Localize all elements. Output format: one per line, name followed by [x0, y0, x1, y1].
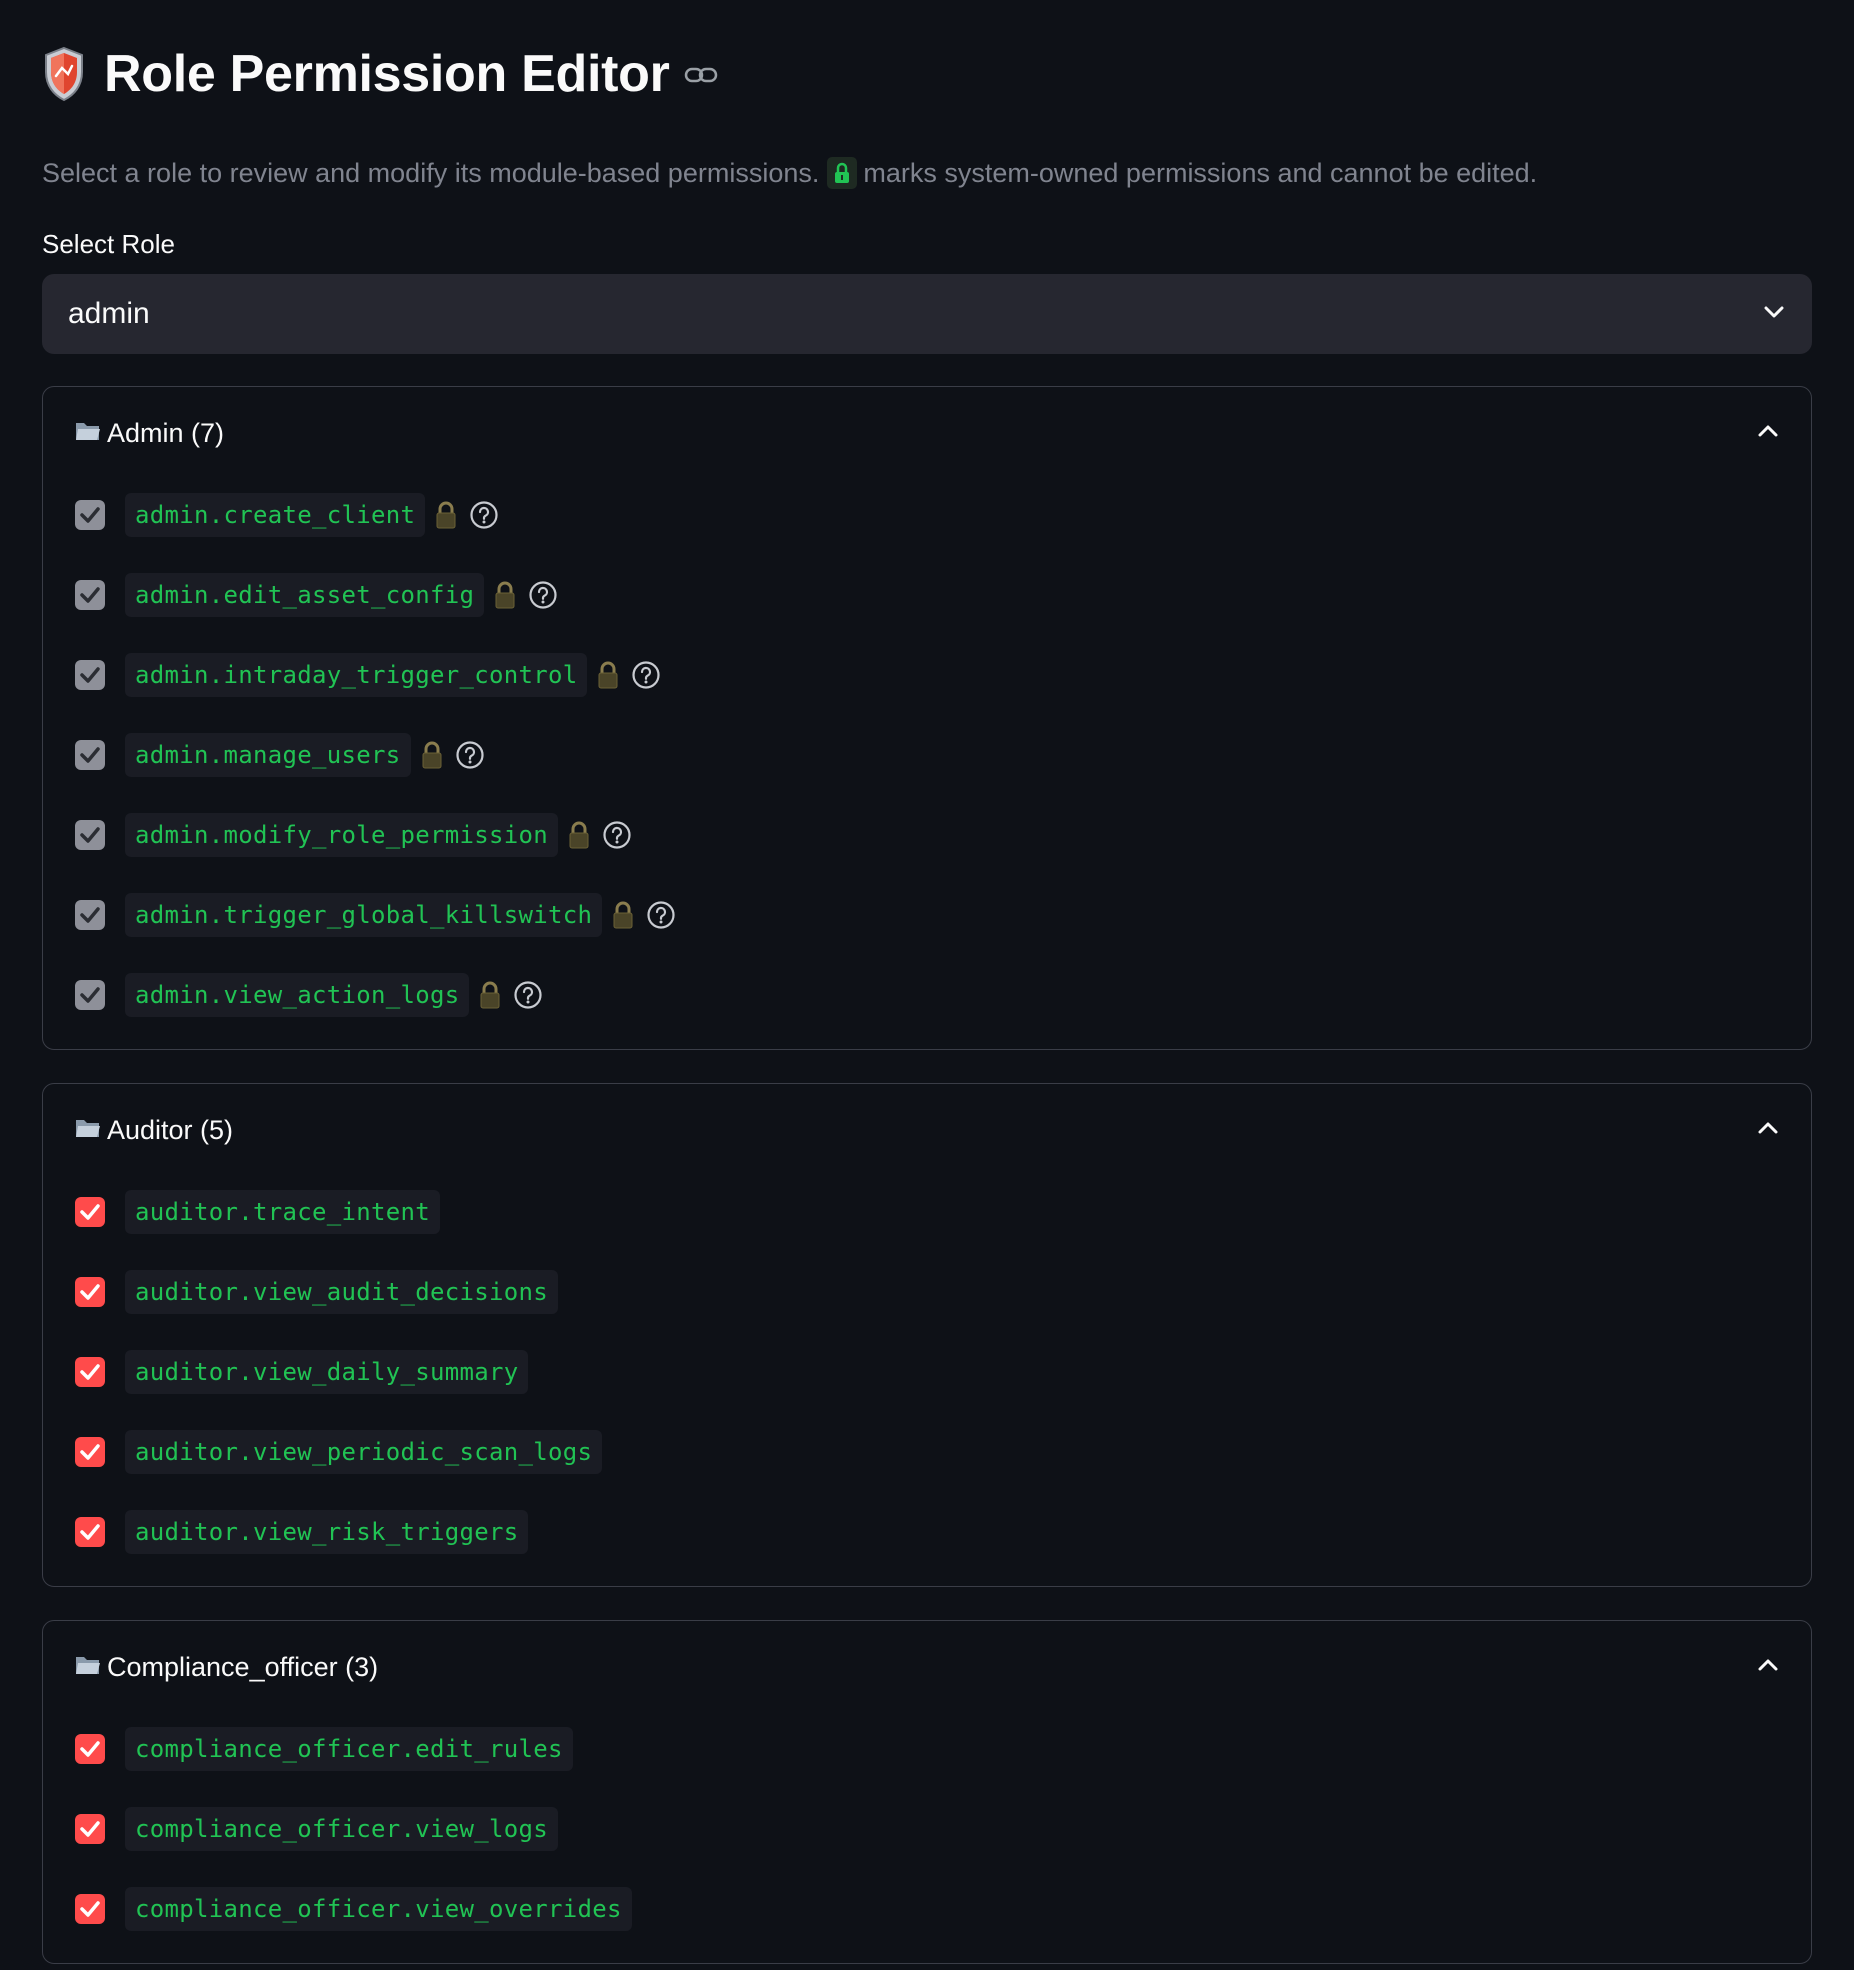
- permission-checkbox: [75, 900, 105, 930]
- permission-groups: Admin (7) admin.create_client admin.edit_a…: [42, 386, 1812, 1964]
- permission-group: Auditor (5) auditor.trace_intent auditor.v…: [42, 1083, 1812, 1587]
- permission-checkbox: [75, 580, 105, 610]
- group-title: Compliance_officer (3): [107, 1651, 379, 1682]
- permission-checkbox[interactable]: [75, 1517, 105, 1547]
- permission-checkbox: [75, 660, 105, 690]
- permission-name: auditor.view_periodic_scan_logs: [125, 1430, 603, 1474]
- permission-checkbox[interactable]: [75, 1894, 105, 1924]
- permission-row: admin.edit_asset_config: [75, 555, 1779, 635]
- permission-row: admin.modify_role_permission: [75, 795, 1779, 875]
- group-header[interactable]: Admin (7): [75, 387, 1779, 479]
- lock-icon: [827, 157, 858, 189]
- help-icon[interactable]: [602, 820, 632, 850]
- permission-checkbox: [75, 820, 105, 850]
- permission-name: admin.intraday_trigger_control: [125, 653, 588, 697]
- permission-list: admin.create_client admin.edit_asset_conf…: [75, 475, 1779, 1049]
- group-title: Admin (7): [107, 417, 225, 448]
- permission-list: auditor.trace_intent auditor.view_audit_d…: [75, 1172, 1779, 1586]
- lock-icon: [597, 661, 619, 689]
- permission-row: auditor.view_risk_triggers: [75, 1492, 1779, 1572]
- permission-name: admin.view_action_logs: [125, 973, 470, 1017]
- permission-row: auditor.view_audit_decisions: [75, 1252, 1779, 1332]
- main-container: Role Permission Editor Select a role to …: [0, 0, 1854, 1964]
- permission-checkbox[interactable]: [75, 1814, 105, 1844]
- lock-icon: [479, 981, 501, 1009]
- permission-name: compliance_officer.edit_rules: [125, 1727, 573, 1771]
- permission-name: compliance_officer.view_overrides: [125, 1887, 632, 1931]
- group-header[interactable]: Compliance_officer (3): [75, 1621, 1779, 1713]
- lock-icon: [435, 501, 457, 529]
- role-select-label: Select Role: [42, 228, 175, 259]
- chevron-up-icon[interactable]: [1757, 424, 1779, 443]
- permission-name: admin.create_client: [125, 493, 426, 537]
- permission-name: auditor.view_risk_triggers: [125, 1510, 529, 1554]
- help-icon[interactable]: [631, 660, 661, 690]
- permission-name: auditor.trace_intent: [125, 1190, 440, 1234]
- permission-checkbox: [75, 980, 105, 1010]
- permission-row: admin.create_client: [75, 475, 1779, 555]
- link-icon[interactable]: [684, 65, 718, 90]
- permission-row: auditor.view_periodic_scan_logs: [75, 1412, 1779, 1492]
- role-select-value: admin: [68, 297, 150, 330]
- permission-group: Admin (7) admin.create_client admin.edit_a…: [42, 386, 1812, 1050]
- permission-row: admin.intraday_trigger_control: [75, 635, 1779, 715]
- group-title-wrap: Admin (7): [75, 418, 224, 449]
- lock-icon: [494, 581, 516, 609]
- permission-name: auditor.view_audit_decisions: [125, 1270, 558, 1314]
- chevron-up-icon[interactable]: [1757, 1121, 1779, 1140]
- permission-checkbox: [75, 500, 105, 530]
- group-title-wrap: Auditor (5): [75, 1115, 233, 1146]
- permission-checkbox[interactable]: [75, 1277, 105, 1307]
- permission-group: Compliance_officer (3) compliance_officer…: [42, 1620, 1812, 1964]
- permission-name: admin.modify_role_permission: [125, 813, 558, 857]
- group-title-wrap: Compliance_officer (3): [75, 1652, 378, 1683]
- permission-checkbox: [75, 740, 105, 770]
- lock-icon: [568, 821, 590, 849]
- group-title: Auditor (5): [107, 1114, 234, 1145]
- permission-checkbox[interactable]: [75, 1357, 105, 1387]
- permission-row: admin.view_action_logs: [75, 955, 1779, 1035]
- permission-row: compliance_officer.view_logs: [75, 1789, 1779, 1869]
- chevron-down-icon: [1762, 304, 1786, 325]
- role-select[interactable]: admin: [42, 274, 1812, 354]
- permission-name: admin.trigger_global_killswitch: [125, 893, 603, 937]
- permission-name: admin.manage_users: [125, 733, 411, 777]
- description-text-start: Select a role to review and modify its m…: [42, 157, 820, 188]
- group-header[interactable]: Auditor (5): [75, 1084, 1779, 1176]
- help-icon[interactable]: [646, 900, 676, 930]
- permission-checkbox[interactable]: [75, 1734, 105, 1764]
- help-icon[interactable]: [513, 980, 543, 1010]
- page-title: Role Permission Editor: [104, 45, 670, 103]
- help-icon[interactable]: [455, 740, 485, 770]
- folder-icon: [75, 1115, 101, 1146]
- help-icon[interactable]: [528, 580, 558, 610]
- help-icon[interactable]: [469, 500, 499, 530]
- description-text-end: marks system-owned permissions and canno…: [863, 157, 1538, 188]
- permission-list: compliance_officer.edit_rules compliance_…: [75, 1709, 1779, 1963]
- page-description: Select a role to review and modify its m…: [42, 148, 1812, 198]
- permission-row: admin.manage_users: [75, 715, 1779, 795]
- permission-row: auditor.trace_intent: [75, 1172, 1779, 1252]
- page-header: Role Permission Editor: [42, 0, 1812, 148]
- permission-checkbox[interactable]: [75, 1197, 105, 1227]
- permission-row: compliance_officer.view_overrides: [75, 1869, 1779, 1949]
- shield-icon: [42, 46, 86, 102]
- lock-icon: [612, 901, 634, 929]
- permission-row: auditor.view_daily_summary: [75, 1332, 1779, 1412]
- permission-name: auditor.view_daily_summary: [125, 1350, 529, 1394]
- permission-checkbox[interactable]: [75, 1437, 105, 1467]
- permission-name: admin.edit_asset_config: [125, 573, 485, 617]
- chevron-up-icon[interactable]: [1757, 1658, 1779, 1677]
- folder-icon: [75, 1652, 101, 1683]
- folder-icon: [75, 418, 101, 449]
- permission-row: compliance_officer.edit_rules: [75, 1709, 1779, 1789]
- lock-icon: [421, 741, 443, 769]
- permission-name: compliance_officer.view_logs: [125, 1807, 558, 1851]
- permission-row: admin.trigger_global_killswitch: [75, 875, 1779, 955]
